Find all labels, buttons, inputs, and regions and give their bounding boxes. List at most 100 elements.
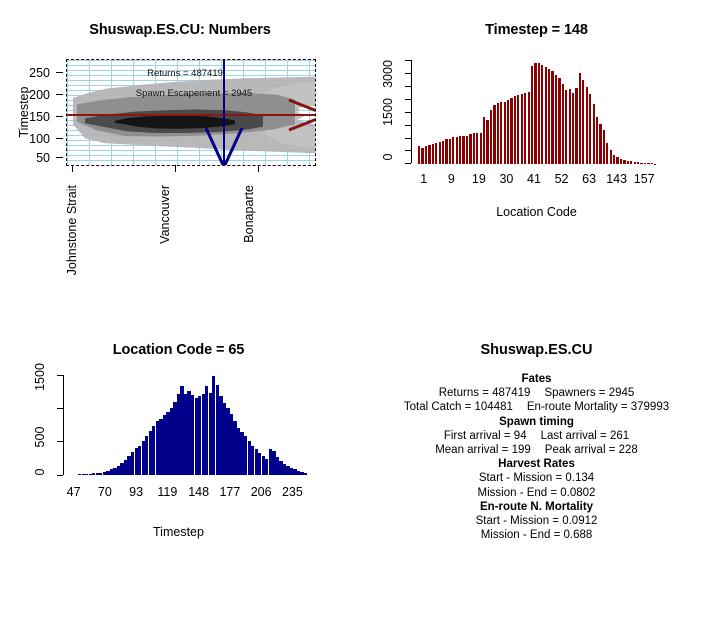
heatmap-y-tick: 50 bbox=[36, 151, 50, 165]
timestep-bars-title: Timestep = 148 bbox=[485, 22, 588, 38]
bar bbox=[500, 102, 503, 164]
heatmap-y-tickmark bbox=[56, 116, 63, 117]
bar bbox=[445, 139, 448, 164]
summary-value: En-route Mortality = 379993 bbox=[526, 401, 670, 414]
x-tick-label: 235 bbox=[281, 485, 303, 499]
panel-numbers: Shuswap.ES.CU: Numbers Timestep 250 200 … bbox=[0, 0, 360, 300]
timestep-bars-y-tickmark bbox=[405, 86, 411, 87]
summary-row: Total Catch = 104481 En-route Mortality =… bbox=[358, 400, 715, 414]
bar bbox=[517, 95, 520, 164]
timestep-bars-y-tickmark bbox=[405, 60, 411, 61]
bar bbox=[537, 62, 540, 164]
location-bars-y-tickmark bbox=[57, 375, 63, 376]
timestep-marker-line bbox=[67, 114, 315, 116]
heatmap-returns-annotation: Returns = 487419 bbox=[147, 68, 223, 79]
bar bbox=[589, 93, 592, 164]
location-bars-y-tick: 1500 bbox=[33, 363, 47, 391]
bar bbox=[654, 163, 657, 164]
bar bbox=[609, 150, 612, 164]
timestep-bars-y-tickmark bbox=[405, 125, 411, 126]
bar bbox=[568, 88, 571, 164]
timestep-bars-y-tickmark bbox=[405, 99, 411, 100]
bar bbox=[476, 133, 479, 164]
bar bbox=[503, 101, 506, 164]
summary-value: Start - Mission = 0.134 bbox=[478, 472, 595, 485]
bar bbox=[452, 137, 455, 164]
bar bbox=[575, 88, 578, 164]
summary-row: Mean arrival = 199 Peak arrival = 228 bbox=[358, 443, 715, 457]
summary-value: Start - Mission = 0.0912 bbox=[475, 515, 598, 528]
bar bbox=[578, 72, 582, 164]
bar bbox=[643, 162, 647, 164]
timestep-bars-y-tickmark bbox=[405, 163, 411, 164]
bar bbox=[599, 124, 602, 164]
bar bbox=[496, 102, 499, 164]
summary-value: Last arrival = 261 bbox=[540, 429, 630, 442]
bar bbox=[554, 74, 558, 164]
timestep-bars-y-axis bbox=[411, 60, 412, 163]
bar bbox=[304, 472, 308, 475]
bar bbox=[462, 136, 465, 164]
heatmap-plot-area: Returns = 487419 Spawn Escapement = 2945 bbox=[66, 59, 316, 166]
summary-row: Start - Mission = 0.0912 bbox=[358, 514, 715, 528]
timestep-bars-y-tick: 0 bbox=[381, 153, 395, 161]
bar bbox=[582, 80, 585, 164]
summary-value: Peak arrival = 228 bbox=[544, 444, 638, 457]
bar bbox=[486, 120, 489, 164]
bar bbox=[493, 105, 496, 164]
bar bbox=[541, 65, 544, 164]
heatmap-y-tick: 150 bbox=[29, 110, 50, 124]
heatmap-y-tickmark bbox=[56, 72, 63, 73]
bar bbox=[459, 136, 462, 164]
bar bbox=[565, 89, 568, 164]
bar bbox=[637, 162, 640, 164]
bar bbox=[613, 154, 616, 164]
bar bbox=[520, 93, 523, 164]
bar bbox=[623, 160, 626, 164]
location-bars-y-tickmark bbox=[57, 441, 63, 442]
location-bars-title: Location Code = 65 bbox=[112, 342, 245, 358]
summary-row: Start - Mission = 0.134 bbox=[358, 471, 715, 485]
bar bbox=[561, 84, 564, 164]
bar bbox=[479, 132, 482, 164]
bar bbox=[441, 140, 445, 164]
timestep-bars-y-tickmark bbox=[405, 112, 411, 113]
bar bbox=[506, 100, 510, 164]
timestep-bars-x-axis-label: Location Code bbox=[496, 205, 577, 219]
panel-summary: Shuswap.ES.CU Fates Returns = 487419 Spawn… bbox=[358, 320, 715, 580]
summary-value: Total Catch = 104481 bbox=[403, 401, 513, 414]
location-bars-y-tickmark bbox=[57, 408, 63, 409]
bar bbox=[455, 136, 458, 164]
summary-row: Mission - End = 0.688 bbox=[358, 528, 715, 542]
bar bbox=[544, 66, 547, 164]
location-bars-y-axis bbox=[63, 375, 64, 475]
bar bbox=[489, 110, 493, 164]
bar bbox=[558, 77, 561, 164]
bar bbox=[472, 133, 475, 164]
heatmap-title: Shuswap.ES.CU: Numbers bbox=[89, 22, 271, 38]
bar bbox=[595, 116, 599, 164]
bar bbox=[483, 117, 486, 164]
location-bars-series bbox=[78, 370, 308, 475]
timestep-marker-arrow bbox=[288, 98, 315, 132]
bar bbox=[647, 163, 650, 164]
timestep-bars-y-tickmark bbox=[405, 138, 411, 139]
summary-row: Returns = 487419 Spawners = 2945 bbox=[358, 386, 715, 400]
bar bbox=[571, 92, 575, 164]
summary-value: First arrival = 94 bbox=[443, 429, 527, 442]
bar bbox=[418, 146, 421, 164]
bar bbox=[448, 138, 452, 164]
panel-timestep-bars: Timestep = 148 3000 1500 0 1 9 19 30 41 52 63 1… bbox=[358, 0, 715, 300]
bar bbox=[524, 92, 527, 164]
summary-value: Mean arrival = 199 bbox=[435, 444, 531, 457]
heatmap-y-tickmark bbox=[56, 138, 63, 139]
bar bbox=[424, 146, 428, 164]
timestep-bars-y-tick: 1500 bbox=[381, 98, 395, 126]
timestep-bars-y-tickmark bbox=[405, 73, 411, 74]
heatmap-x-tickmark bbox=[72, 165, 73, 172]
panel-location-bars: Location Code = 65 1500 500 0 47 70 93 119 1… bbox=[0, 320, 357, 580]
timestep-bars-y-tickmark bbox=[405, 150, 411, 151]
summary-body: Fates Returns = 487419 Spawners = 2945 Tota… bbox=[358, 372, 715, 542]
summary-value: Mission - End = 0.0802 bbox=[477, 486, 596, 499]
heatmap-x-tick-vancouver: Vancouver bbox=[158, 185, 172, 244]
